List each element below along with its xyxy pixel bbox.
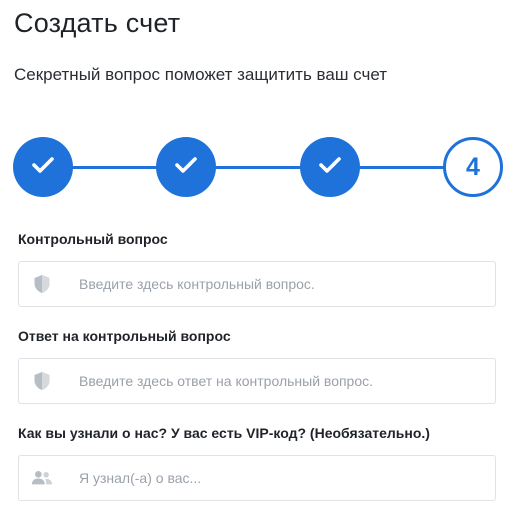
security-question-input[interactable] <box>79 262 489 306</box>
shield-icon <box>31 273 53 295</box>
stepper-connector <box>72 166 158 169</box>
security-answer-field[interactable] <box>18 358 496 404</box>
step-2-complete <box>156 137 216 197</box>
security-question-field[interactable] <box>18 261 496 307</box>
stepper-connector <box>214 166 302 169</box>
shield-icon <box>31 370 53 392</box>
step-1-complete <box>13 137 73 197</box>
security-answer-label: Ответ на контрольный вопрос <box>18 328 231 344</box>
step-3-complete <box>300 137 360 197</box>
page-subtitle: Секретный вопрос поможет защитить ваш сч… <box>14 65 388 84</box>
referral-field[interactable] <box>18 455 496 501</box>
security-answer-input[interactable] <box>79 359 489 403</box>
step-4-current: 4 <box>443 137 503 197</box>
checkmark-icon <box>318 155 342 180</box>
checkmark-icon <box>31 155 55 180</box>
users-icon <box>31 467 53 489</box>
referral-label: Как вы узнали о нас? У вас есть VIP-код?… <box>18 425 430 441</box>
progress-stepper: 4 <box>0 137 508 199</box>
checkmark-icon <box>174 155 198 180</box>
referral-input[interactable] <box>79 456 489 500</box>
step-number: 4 <box>466 152 480 181</box>
stepper-connector <box>358 166 446 169</box>
security-question-label: Контрольный вопрос <box>18 231 168 247</box>
page-title: Создать счет <box>14 8 181 38</box>
